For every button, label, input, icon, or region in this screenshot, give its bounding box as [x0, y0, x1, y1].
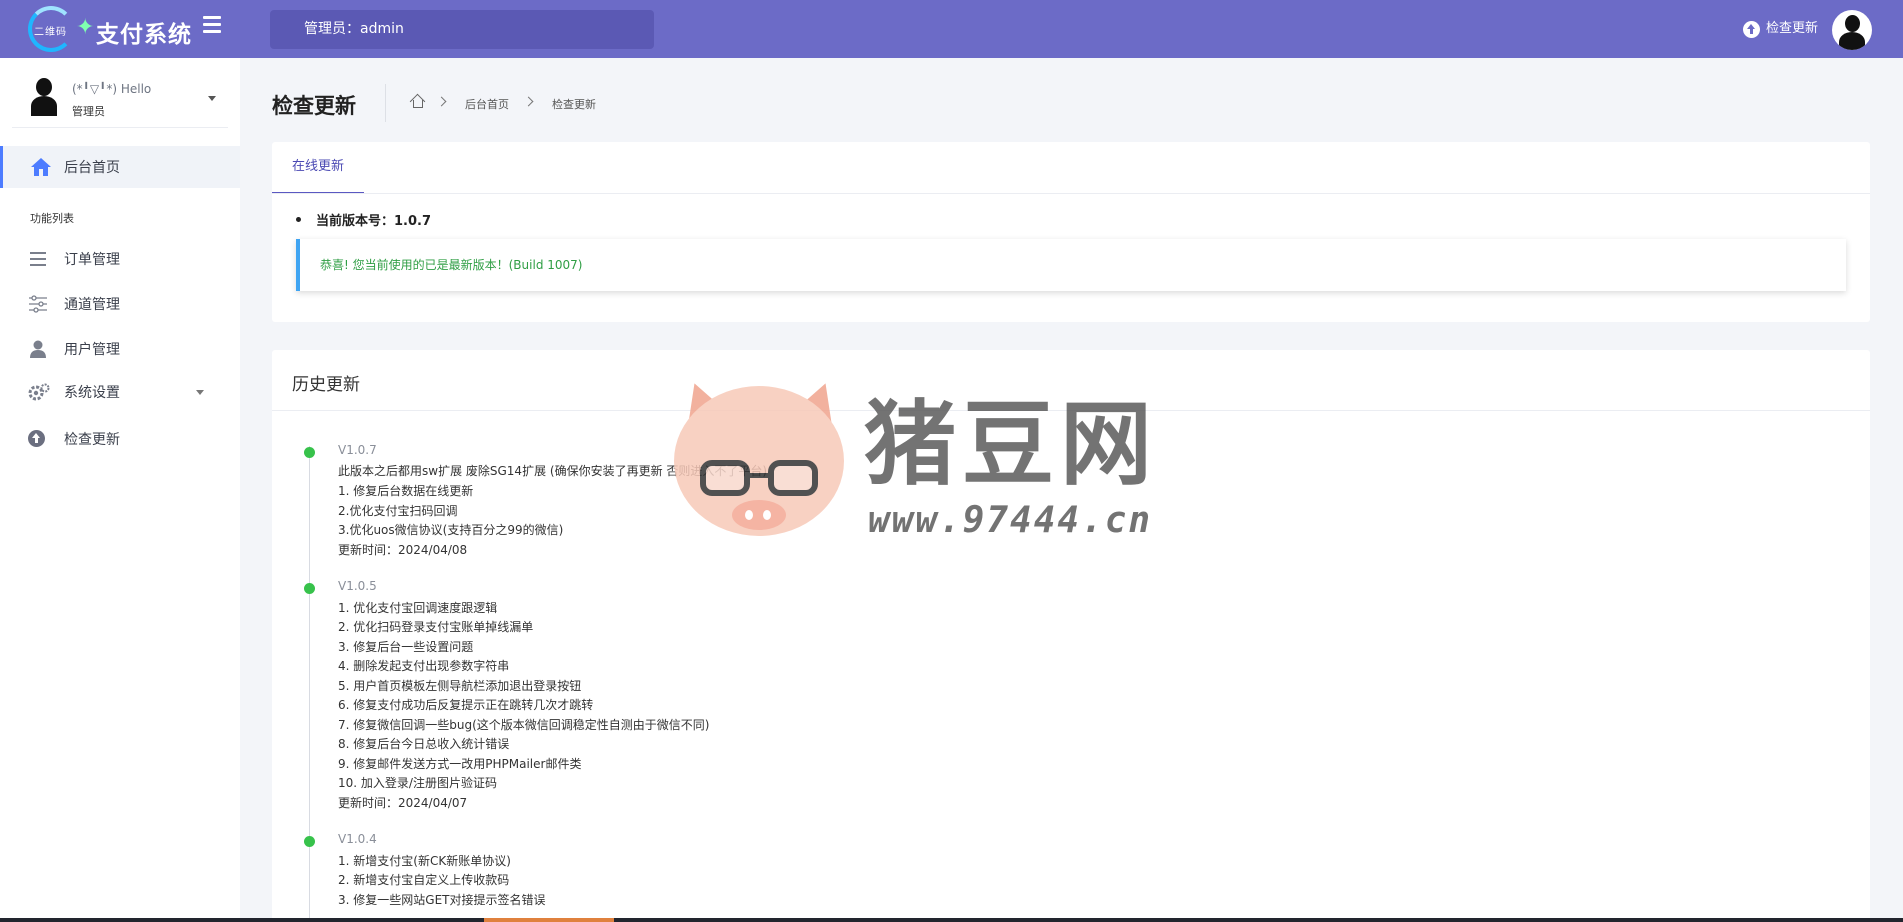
home-icon [31, 158, 51, 176]
timeline-line-text: 1. 优化支付宝回调速度跟逻辑 [338, 601, 498, 615]
sidebar-item-label: 通道管理 [64, 297, 120, 313]
divider [385, 84, 386, 122]
timeline-line-text: 7. 修复微信回调一些bug(这个版本微信回调稳定性自测由于微信不同) [338, 718, 710, 732]
user-icon [30, 340, 46, 358]
chevron-down-icon [208, 96, 216, 101]
sidebar-item-users[interactable]: 用户管理 [0, 328, 240, 370]
page-header: 检查更新 后台首页 检查更新 [272, 80, 612, 128]
arrow-up-circle-icon [1743, 20, 1760, 38]
sidebar-item-orders[interactable]: 订单管理 [0, 238, 240, 280]
timeline-line [309, 446, 310, 922]
sidebar-item-label: 系统设置 [64, 385, 120, 401]
timeline-line-text: 1. 新增支付宝(新CK新账单协议) [338, 854, 511, 868]
sidebar-item-label: 后台首页 [64, 160, 120, 176]
timeline-version: V1.0.4 [338, 832, 377, 846]
latest-version-alert: 恭喜! 您当前使用的已是最新版本！(Build 1007) [296, 239, 1846, 291]
breadcrumb-item: 检查更新 [552, 98, 596, 111]
timeline-dot [304, 447, 315, 458]
sidebar-item-label: 检查更新 [64, 432, 120, 448]
chevron-right-icon [436, 96, 447, 107]
check-update-button[interactable]: 检查更新 [1743, 18, 1818, 40]
timeline-version: V1.0.7 [338, 443, 377, 457]
chevron-right-icon [523, 96, 534, 107]
timeline-line-text: 10. 加入登录/注册图片验证码 [338, 776, 497, 790]
timeline-line-text: 4. 删除发起支付出现参数字符串 [338, 659, 510, 673]
watermark-title: 猪豆网 [864, 390, 1159, 498]
admin-label: 管理员：admin [270, 10, 654, 49]
sidebar-item-label: 订单管理 [64, 252, 120, 268]
timeline-line-text: 5. 用户首页模板左侧导航栏添加退出登录按钮 [338, 679, 582, 693]
avatar[interactable] [1832, 10, 1872, 50]
current-version: 当前版本号：1.0.7 [295, 210, 431, 229]
hamburger-menu-icon[interactable] [203, 16, 223, 34]
user-greeting: (*╹▽╹*) Hello [72, 82, 152, 96]
timeline-dot [304, 836, 315, 847]
sidebar-item-check-update[interactable]: 检查更新 [0, 418, 240, 460]
page-title: 检查更新 [272, 94, 356, 118]
user-avatar [28, 76, 62, 116]
timeline-line-text: 2.优化支付宝扫码回调 [338, 504, 458, 518]
user-profile-menu[interactable]: (*╹▽╹*) Hello 管理员 [12, 68, 228, 128]
sparkle-icon: ✦ [76, 15, 95, 40]
arrow-up-circle-icon [28, 430, 45, 447]
watermark: 猪豆网 www.97444.cn [671, 375, 1234, 548]
online-update-card: 在线更新 当前版本号：1.0.7 恭喜! 您当前使用的已是最新版本！(Build… [272, 142, 1870, 322]
gear-icon [28, 383, 50, 401]
timeline-line-text: 9. 修复邮件发送方式一改用PHPMailer邮件类 [338, 757, 582, 771]
timeline-line-text: 2. 优化扫码登录支付宝账单掉线漏单 [338, 620, 534, 634]
section-title: 功能列表 [30, 212, 74, 225]
check-update-label: 检查更新 [1766, 21, 1819, 36]
timeline-line-text: 3.优化uos微信协议(支持百分之99的微信) [338, 523, 564, 537]
timeline-line-text: 6. 修复支付成功后反复提示正在跳转几次才跳转 [338, 698, 594, 712]
history-title: 历史更新 [292, 375, 360, 395]
timeline-date: 更新时间：2024/04/08 [338, 543, 468, 557]
timeline-line-text: 2. 新增支付宝自定义上传收款码 [338, 873, 510, 887]
timeline-line-text: 1. 修复后台数据在线更新 [338, 484, 474, 498]
logo[interactable]: 二维码 ✦ 支付系统 [28, 6, 203, 52]
timeline-line-text: 3. 修复后台一些设置问题 [338, 640, 474, 654]
logo-text: 支付系统 [96, 21, 192, 48]
sidebar-item-channels[interactable]: 通道管理 [0, 283, 240, 325]
timeline-date: 更新时间：2024/04/07 [338, 796, 468, 810]
timeline-dot [304, 583, 315, 594]
sidebar-item-settings[interactable]: 系统设置 [0, 371, 240, 413]
top-header: 二维码 ✦ 支付系统 管理员：admin 检查更新 [0, 0, 1903, 58]
breadcrumb-item[interactable]: 后台首页 [465, 96, 509, 112]
logo-small-text: 二维码 [34, 27, 67, 38]
home-icon[interactable] [409, 93, 426, 110]
sidebar-item-dashboard[interactable]: 后台首页 [0, 146, 240, 188]
timeline-line-text: 3. 修复一些网站GET对接提示签名错误 [338, 893, 546, 907]
timeline-version: V1.0.5 [338, 579, 377, 593]
timeline-line-text: 8. 修复后台今日总收入统计错误 [338, 737, 510, 751]
chevron-down-icon [196, 390, 204, 395]
watermark-url: www.97444.cn [868, 500, 1153, 541]
tab-online-update[interactable]: 在线更新 [272, 142, 364, 194]
sliders-icon [29, 295, 47, 313]
user-role: 管理员 [72, 105, 105, 118]
list-icon [30, 252, 46, 266]
sidebar: (*╹▽╹*) Hello 管理员 后台首页 功能列表 订单管理 通道管理 用户… [0, 58, 240, 922]
sidebar-item-label: 用户管理 [64, 342, 120, 358]
